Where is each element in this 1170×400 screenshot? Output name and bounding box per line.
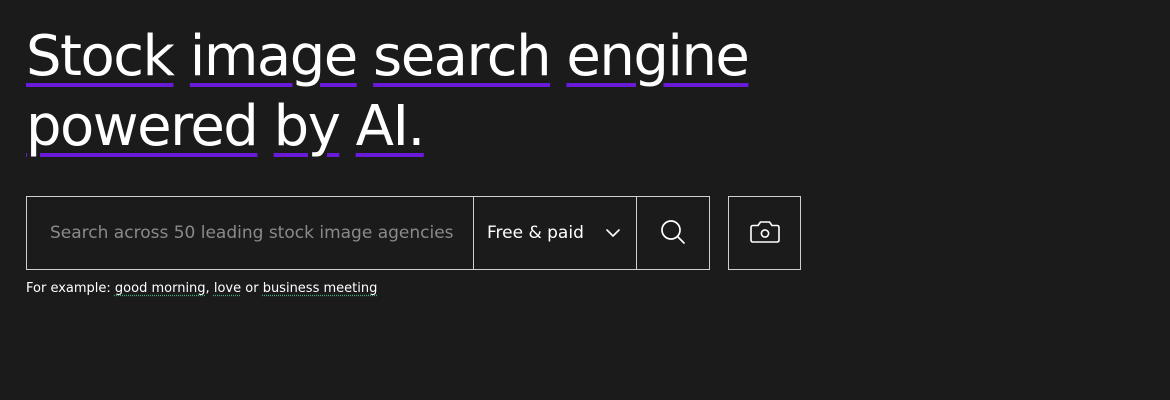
example-link[interactable]: good morning [115, 281, 206, 296]
chevron-down-icon [604, 224, 622, 242]
headline-word: AI. [355, 94, 426, 159]
search-button[interactable] [637, 196, 710, 270]
search-icon [659, 218, 687, 249]
headline-word: search [373, 24, 552, 89]
image-search-button[interactable] [728, 196, 801, 270]
search-bar: Free & paid [26, 196, 710, 270]
headline-word: powered [26, 94, 259, 159]
license-filter-select[interactable]: Free & paid [473, 196, 637, 270]
headline-line-2: powered by AI. [26, 92, 786, 162]
examples-prefix: For example: [26, 281, 111, 296]
examples-separator: , [205, 281, 210, 296]
headline-word: Stock [26, 24, 175, 89]
example-link[interactable]: business meeting [263, 281, 378, 296]
headline-word: engine [566, 24, 750, 89]
hero-headline: Stock image search engine powered by AI. [26, 22, 786, 162]
examples-conjunction: or [245, 281, 259, 296]
search-input[interactable] [26, 196, 473, 270]
license-filter-value: Free & paid [487, 223, 584, 243]
headline-word: image [189, 24, 358, 89]
example-link[interactable]: love [214, 281, 241, 296]
headline-word: by [273, 94, 341, 159]
camera-icon [748, 219, 782, 248]
headline-line-1: Stock image search engine [26, 22, 786, 92]
search-examples: For example: good morning, love or busin… [26, 281, 377, 296]
